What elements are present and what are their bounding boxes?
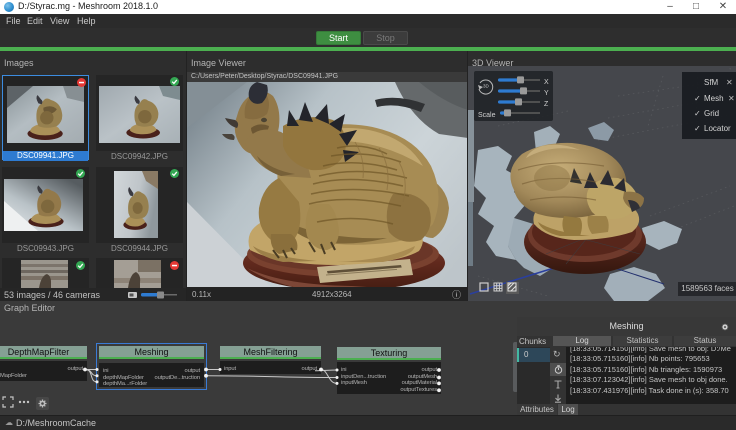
svg-text:Y: Y — [544, 90, 549, 97]
svg-text:Z: Z — [544, 101, 549, 108]
svg-text:3D: 3D — [483, 84, 490, 89]
svg-text:X: X — [544, 79, 549, 86]
svg-text:Scale: Scale — [478, 112, 496, 119]
